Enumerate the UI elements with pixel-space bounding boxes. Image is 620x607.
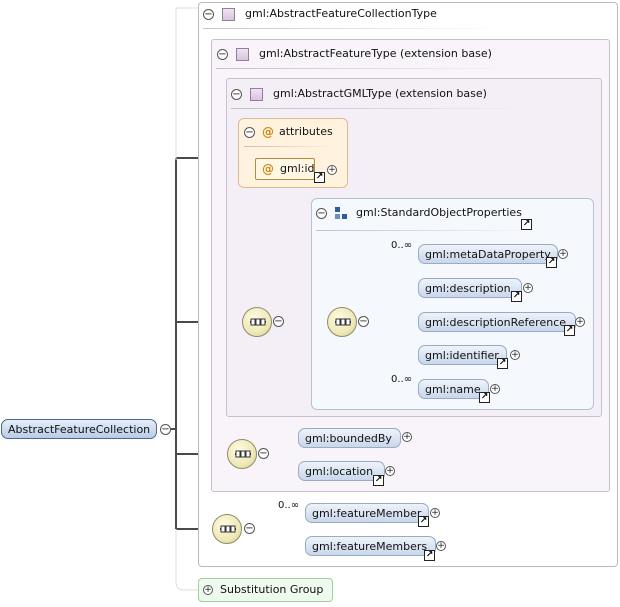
sequence-compositor-icon	[335, 318, 351, 326]
element-expand-toggle[interactable]: +	[510, 350, 520, 360]
sequence-compositor[interactable]	[327, 307, 357, 337]
element-location[interactable]: gml:location	[298, 461, 385, 481]
attribute-at-icon: @	[262, 125, 274, 139]
element-featuremembers[interactable]: gml:featureMembers	[305, 536, 436, 556]
sequence-collapse-toggle[interactable]: −	[258, 448, 269, 459]
sequence-compositor-icon	[235, 450, 251, 458]
root-element[interactable]: AbstractFeatureCollection	[1, 419, 157, 439]
element-label: gml:descriptionReference	[425, 316, 567, 329]
reference-link-icon[interactable]: ↗	[479, 392, 490, 403]
feature-type-label: gml:AbstractFeatureType (extension base)	[259, 47, 492, 60]
root-element-label: AbstractFeatureCollection	[8, 423, 151, 436]
reference-link-icon[interactable]: ↗	[511, 291, 522, 302]
reference-link-icon[interactable]: ↗	[564, 325, 575, 336]
element-label: gml:location	[305, 465, 374, 478]
reference-link-icon[interactable]: ↗	[497, 358, 508, 369]
sequence-compositor-icon	[250, 318, 266, 326]
outer-type-header-rule	[203, 28, 503, 29]
element-descriptionreference[interactable]: gml:descriptionReference	[418, 312, 576, 332]
occurrence-label: 0..∞	[391, 240, 413, 251]
reference-link-icon[interactable]: ↗	[521, 219, 532, 230]
root-collapse-toggle[interactable]: −	[160, 424, 171, 435]
element-expand-toggle[interactable]: +	[385, 466, 395, 476]
substitution-group-expand-toggle[interactable]: +	[203, 585, 213, 595]
gml-type-header-rule	[231, 108, 531, 109]
complex-type-icon	[236, 48, 249, 61]
element-expand-toggle[interactable]: +	[558, 249, 568, 259]
complex-type-icon	[250, 88, 263, 101]
attributes-header: attributes	[279, 125, 333, 138]
attribute-at-icon: @	[262, 162, 274, 176]
complex-type-icon	[222, 8, 235, 21]
element-metadataproperty[interactable]: gml:metaDataProperty	[418, 244, 558, 264]
model-group-icon	[335, 207, 347, 219]
reference-link-icon[interactable]: ↗	[373, 475, 384, 486]
element-featuremember[interactable]: gml:featureMember	[305, 503, 429, 523]
reference-link-icon[interactable]: ↗	[314, 172, 325, 183]
attribute-gml-id-label: gml:id	[280, 162, 315, 175]
sequence-compositor[interactable]	[242, 307, 272, 337]
element-label: gml:name	[425, 383, 481, 396]
gml-type-collapse-toggle[interactable]: −	[231, 89, 242, 100]
connector-outer-frame	[175, 7, 200, 160]
sequence-collapse-toggle[interactable]: −	[273, 316, 284, 327]
sequence-compositor[interactable]	[212, 514, 242, 544]
element-expand-toggle[interactable]: +	[430, 508, 440, 518]
schema-diagram: − gml:AbstractFeatureCollectionType − gm…	[0, 0, 620, 607]
connector-substitution	[175, 529, 200, 591]
element-label: gml:featureMember	[312, 507, 422, 520]
standard-props-header-rule	[316, 230, 536, 231]
occurrence-label: 0..∞	[391, 374, 413, 385]
gml-type-label: gml:AbstractGMLType (extension base)	[273, 87, 487, 100]
element-expand-toggle[interactable]: +	[575, 317, 585, 327]
element-label: gml:boundedBy	[305, 432, 392, 445]
element-boundedby[interactable]: gml:boundedBy	[298, 428, 401, 448]
element-expand-toggle[interactable]: +	[490, 384, 500, 394]
reference-link-icon[interactable]: ↗	[546, 257, 557, 268]
reference-link-icon[interactable]: ↗	[418, 516, 429, 527]
outer-type-collapse-toggle[interactable]: −	[203, 9, 214, 20]
sequence-collapse-toggle[interactable]: −	[244, 523, 255, 534]
element-label: gml:metaDataProperty	[425, 248, 551, 261]
substitution-group-label: Substitution Group	[220, 583, 324, 596]
sequence-collapse-toggle[interactable]: −	[358, 316, 369, 327]
standard-props-collapse-toggle[interactable]: −	[316, 208, 327, 219]
element-expand-toggle[interactable]: +	[436, 541, 446, 551]
occurrence-label: 0..∞	[278, 500, 300, 511]
standard-props-label: gml:StandardObjectProperties	[356, 206, 522, 219]
element-label: gml:identifier	[425, 349, 499, 362]
element-identifier[interactable]: gml:identifier	[418, 345, 507, 365]
attribute-expand-toggle[interactable]: +	[327, 165, 337, 175]
attributes-collapse-toggle[interactable]: −	[244, 127, 255, 138]
feature-type-header-rule	[216, 68, 516, 69]
element-expand-toggle[interactable]: +	[402, 432, 412, 442]
attributes-header-rule	[244, 146, 334, 147]
outer-type-label: gml:AbstractFeatureCollectionType	[245, 7, 437, 20]
reference-link-icon[interactable]: ↗	[424, 550, 435, 561]
element-description[interactable]: gml:description	[418, 278, 522, 298]
element-expand-toggle[interactable]: +	[523, 283, 533, 293]
element-label: gml:description	[425, 282, 511, 295]
element-label: gml:featureMembers	[312, 540, 428, 553]
sequence-compositor[interactable]	[227, 439, 257, 469]
feature-type-collapse-toggle[interactable]: −	[217, 49, 228, 60]
sequence-compositor-icon	[220, 525, 236, 533]
